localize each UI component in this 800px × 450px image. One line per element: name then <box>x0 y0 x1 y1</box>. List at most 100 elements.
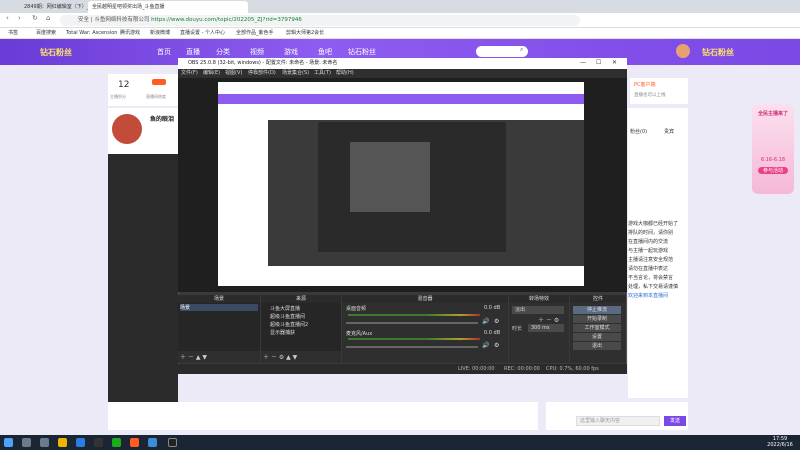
follow-button[interactable] <box>152 79 166 85</box>
forward-icon[interactable]: › <box>18 14 21 22</box>
bookmark-item[interactable]: 剪辑大师第2会长 <box>286 28 324 39</box>
client-tab[interactable]: PC客户端 <box>634 81 656 88</box>
gear-icon[interactable]: ⚙ <box>494 318 499 325</box>
live-timer: LIVE: 00:00:00 <box>458 366 495 372</box>
notice-line: 请勿在直播中表达 <box>628 266 669 272</box>
preview-nested-capture-2 <box>350 142 430 212</box>
obs-icon[interactable] <box>168 438 177 447</box>
nav-home[interactable]: 首页 <box>157 47 171 57</box>
tab-label: 全民越明星吧领奖出场_斗鱼直播 <box>92 4 165 10</box>
volume-slider[interactable] <box>346 346 478 348</box>
settings-button[interactable]: 设置 <box>573 333 621 341</box>
menu-tools[interactable]: 工具(T) <box>314 69 331 78</box>
duration-input[interactable]: 300 ms <box>528 324 564 332</box>
mute-icon[interactable]: 🔊 <box>482 318 489 325</box>
bookmark-item[interactable]: 书签 <box>8 28 18 39</box>
douyu-icon[interactable] <box>130 438 139 447</box>
nav-category[interactable]: 分类 <box>216 47 230 57</box>
dock-scenes-header: 场景 <box>178 295 260 303</box>
bookmark-item[interactable]: 腾讯游戏 <box>120 28 140 39</box>
brand-logo[interactable]: 钻石粉丝 <box>40 47 72 58</box>
close-icon[interactable]: ✕ <box>612 59 617 66</box>
steam-icon[interactable] <box>94 438 103 447</box>
notice-line: 主播请注意安全规范 <box>628 257 674 263</box>
rec-timer: REC: 00:00:00 <box>504 366 540 372</box>
url-prefix: 安全 | 斗鱼网络科技有限公司 <box>78 17 150 23</box>
folder-icon[interactable] <box>58 438 67 447</box>
nav-video[interactable]: 视频 <box>250 47 264 57</box>
client-text: 直播也可以上线 <box>634 93 666 98</box>
bookmark-item[interactable]: Total War: Ascension <box>66 28 117 39</box>
tab-honor[interactable]: 贵宾 <box>664 128 674 135</box>
tab-fans[interactable]: 粉丝(0) <box>630 128 647 135</box>
mixer-channel-db: 0.0 dB <box>484 330 501 336</box>
bookmark-item[interactable]: 新浪微博 <box>150 28 170 39</box>
back-icon[interactable]: ‹ <box>6 14 9 22</box>
menu-edit[interactable]: 编辑(E) <box>203 69 220 78</box>
start-recording-button[interactable]: 开始录制 <box>573 315 621 323</box>
scene-toolbar[interactable]: ＋ － ▲ ▼ <box>180 352 207 361</box>
nav-diamond-fans[interactable]: 钻石粉丝 <box>348 47 376 57</box>
avatar[interactable] <box>676 44 690 58</box>
dock-controls-header: 控件 <box>570 295 626 303</box>
source-item[interactable]: 超级斗鱼直播间 <box>270 313 305 320</box>
menu-view[interactable]: 视图(V) <box>225 69 242 78</box>
volume-slider[interactable] <box>346 322 478 324</box>
browser-icon[interactable] <box>76 438 85 447</box>
promo-cta-button[interactable]: 参与活动 <box>758 167 788 174</box>
source-item[interactable]: 显示器捕获 <box>270 329 295 336</box>
nav-game[interactable]: 游戏 <box>284 47 298 57</box>
task-view-icon[interactable] <box>40 438 49 447</box>
search-taskbar-icon[interactable] <box>22 438 31 447</box>
welcome-text: 欢迎来到本直播间 <box>628 293 669 299</box>
window-controls <box>755 2 795 11</box>
notice-line: 排队的时间，请你别 <box>628 230 674 236</box>
source-item[interactable]: 超级斗鱼直播间2 <box>270 321 308 328</box>
notice-text: 游戏大咖都已经开始了 排队的时间，请你别 在直播间内的交流 与主播一起玩游戏 主… <box>628 220 688 301</box>
bookmark-item[interactable]: 直播设置 - 个人中心 <box>180 28 225 39</box>
notice-line: 与主播一起玩游戏 <box>628 248 669 254</box>
obs-menu-bar: 文件(F) 编辑(E) 视图(V) 停靠部件(D) 场景集合(S) 工具(T) … <box>178 69 627 78</box>
nav-live[interactable]: 直播 <box>186 47 200 57</box>
transition-toolbar[interactable]: ＋ － ⚙ <box>538 315 559 324</box>
studio-mode-button[interactable]: 工作室模式 <box>573 324 621 332</box>
bookmark-item[interactable]: 百度搜索 <box>36 28 56 39</box>
transition-select[interactable]: 淡出 <box>512 306 564 314</box>
search-icon[interactable]: ⌕ <box>520 46 523 54</box>
start-icon[interactable] <box>4 438 13 447</box>
menu-scene-collection[interactable]: 场景集合(S) <box>282 69 309 78</box>
promo-banner[interactable]: 全民主播来了 6.16-6.18 参与活动 <box>752 104 794 194</box>
mute-icon[interactable]: 🔊 <box>482 342 489 349</box>
scene-item[interactable]: 场景 <box>180 304 258 311</box>
notice-line: 在直播间内的交流 <box>628 239 669 245</box>
chat-input[interactable]: 这里输入聊天内容 <box>576 416 660 426</box>
source-toolbar[interactable]: ＋ － ⚙ ▲ ▼ <box>263 352 297 361</box>
wechat-icon[interactable] <box>112 438 121 447</box>
stop-stream-button[interactable]: 停止推流 <box>573 306 621 314</box>
maximize-icon[interactable]: ☐ <box>596 59 601 66</box>
promo-title: 全民主播来了 <box>757 111 788 117</box>
stats-label: 主播积分 <box>110 94 126 99</box>
bookmark-item[interactable]: 全部作品_紫色手 <box>236 28 274 39</box>
gear-icon[interactable]: ⚙ <box>494 342 499 349</box>
source-item[interactable]: 斗鱼大屏直播 <box>270 305 300 312</box>
audio-meter <box>348 338 480 340</box>
taskbar-clock[interactable]: 17:59 2022/6/16 <box>760 436 800 448</box>
app-icon[interactable] <box>148 438 157 447</box>
send-button[interactable]: 发送 <box>664 416 686 426</box>
menu-help[interactable]: 帮助(H) <box>336 69 354 78</box>
audio-meter <box>348 314 480 316</box>
menu-file[interactable]: 文件(F) <box>181 69 198 78</box>
reload-icon[interactable]: ↻ <box>32 14 38 22</box>
mixer-channel-name: 桌面音频 <box>346 306 367 312</box>
browser-tab-active[interactable]: 全民越明星吧领奖出场_斗鱼直播 <box>88 1 248 13</box>
room-stats-card: 12 主播积分 直播间热度 <box>108 74 178 106</box>
address-bar[interactable]: 安全 | 斗鱼网络科技有限公司 https://www.douyu.com/to… <box>60 15 580 26</box>
streamer-avatar[interactable] <box>112 114 142 144</box>
bookmarks-bar: 书签 百度搜索 Total War: Ascension 腾讯游戏 新浪微博 直… <box>0 28 800 39</box>
menu-dock[interactable]: 停靠部件(D) <box>248 69 276 78</box>
nav-fishbar[interactable]: 鱼吧 <box>318 47 332 57</box>
minimize-icon[interactable]: — <box>580 59 586 66</box>
home-icon[interactable]: ⌂ <box>46 14 50 22</box>
exit-button[interactable]: 退出 <box>573 342 621 350</box>
